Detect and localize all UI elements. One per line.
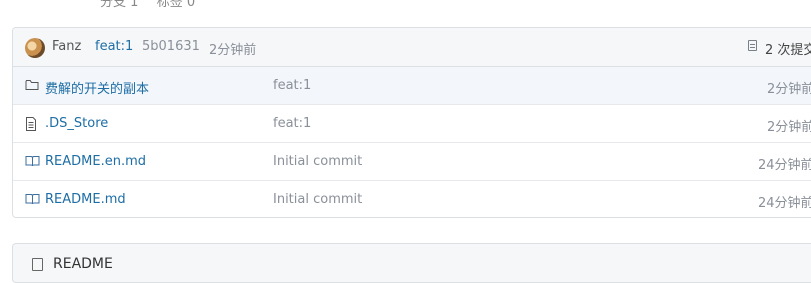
file-time: 2分钟前 bbox=[767, 120, 811, 135]
readme-file-icon bbox=[32, 258, 43, 271]
file-commit-message[interactable]: Initial commit bbox=[273, 192, 362, 207]
book-icon bbox=[25, 155, 40, 171]
file-row[interactable]: .DS_Store feat:1 2分钟前 bbox=[13, 105, 811, 143]
history-icon bbox=[748, 40, 757, 51]
branch-tag-summary: 分支 1 标签 0 bbox=[100, 0, 195, 10]
file-time: 2分钟前 bbox=[767, 82, 811, 97]
file-name[interactable]: .DS_Store bbox=[45, 116, 108, 131]
commits-count-link[interactable]: 2 次提交 bbox=[765, 39, 811, 58]
file-commit-message[interactable]: feat:1 bbox=[273, 78, 311, 93]
commit-time: 2分钟前 bbox=[209, 43, 257, 58]
readme-panel: README bbox=[12, 243, 811, 283]
file-icon bbox=[25, 117, 37, 135]
folder-icon bbox=[25, 79, 39, 95]
commit-message[interactable]: feat:1 bbox=[95, 39, 133, 54]
file-name[interactable]: README.en.md bbox=[45, 154, 146, 169]
tag-count[interactable]: 标签 0 bbox=[157, 0, 195, 10]
book-icon bbox=[25, 193, 40, 209]
avatar[interactable] bbox=[25, 38, 45, 58]
file-time: 24分钟前 bbox=[758, 158, 811, 173]
branch-count[interactable]: 分支 1 bbox=[100, 0, 138, 10]
readme-title: README bbox=[53, 256, 113, 272]
file-browser: Fanz feat:1 5b01631 2分钟前 2 次提交 费解的开关的副本 … bbox=[12, 27, 811, 218]
file-name[interactable]: README.md bbox=[45, 192, 126, 207]
file-row[interactable]: README.en.md Initial commit 24分钟前 bbox=[13, 143, 811, 181]
file-row[interactable]: 费解的开关的副本 feat:1 2分钟前 bbox=[13, 67, 811, 105]
file-row[interactable]: README.md Initial commit 24分钟前 bbox=[13, 181, 811, 217]
file-commit-message[interactable]: Initial commit bbox=[273, 154, 362, 169]
latest-commit-bar: Fanz feat:1 5b01631 2分钟前 2 次提交 bbox=[13, 28, 811, 67]
commit-author[interactable]: Fanz bbox=[52, 39, 81, 54]
file-time: 24分钟前 bbox=[758, 196, 811, 211]
commit-sha[interactable]: 5b01631 bbox=[142, 39, 200, 54]
file-name[interactable]: 费解的开关的副本 bbox=[45, 78, 149, 97]
file-commit-message[interactable]: feat:1 bbox=[273, 116, 311, 131]
